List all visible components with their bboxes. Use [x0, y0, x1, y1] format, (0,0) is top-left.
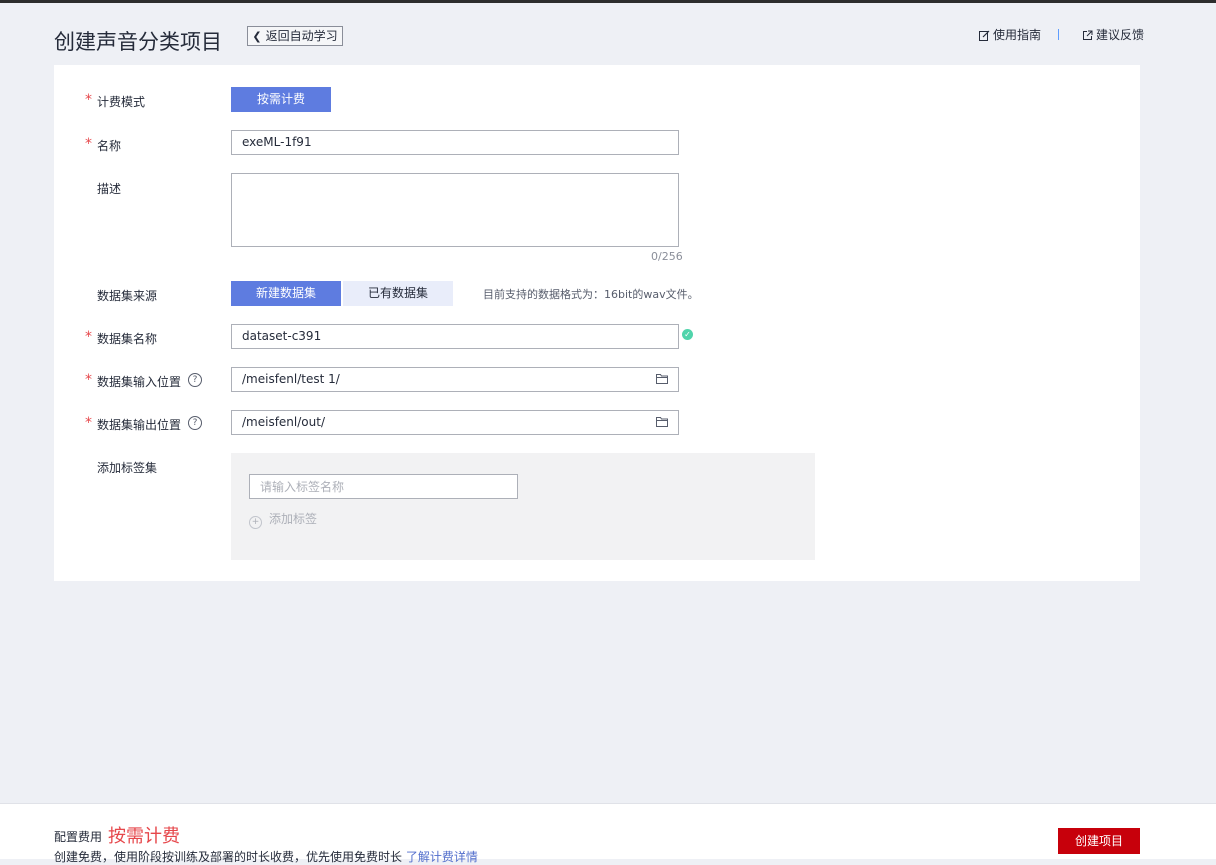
billing-on-demand-button[interactable]: 按需计费 — [231, 87, 331, 112]
top-bar — [0, 0, 1216, 3]
description-textarea[interactable] — [231, 173, 679, 247]
guide-link-label: 使用指南 — [993, 28, 1042, 42]
billing-details-link[interactable]: 了解计费详情 — [406, 850, 478, 864]
new-dataset-tab[interactable]: 新建数据集 — [231, 281, 341, 306]
back-button[interactable]: ❮ 返回自动学习 — [247, 26, 343, 46]
add-tag-label: 添加标签 — [269, 512, 318, 526]
help-icon[interactable]: ? — [188, 416, 202, 430]
add-tag-button[interactable]: + 添加标签 — [249, 510, 317, 529]
create-project-button[interactable]: 创建项目 — [1058, 828, 1140, 854]
fee-note-text: 创建免费，使用阶段按训练及部署的时长收费，优先使用免费时长 — [54, 850, 403, 864]
input-path-field[interactable]: /meisfenl/test 1/ — [231, 367, 679, 392]
tag-set-box — [231, 453, 815, 560]
billing-label: 计费模式 — [97, 95, 146, 109]
output-path-label: 数据集输出位置 — [97, 418, 182, 432]
back-button-label: 返回自动学习 — [265, 29, 338, 43]
tags-label: 添加标签集 — [97, 461, 158, 475]
input-path-label: 数据集输入位置 — [97, 375, 182, 389]
output-path-field[interactable]: /meisfenl/out/ — [231, 410, 679, 435]
dataset-name-label: 数据集名称 — [97, 332, 158, 346]
name-input[interactable]: exeML-1f91 — [231, 130, 679, 155]
required-mark: * — [85, 372, 92, 388]
fee-note: 创建免费，使用阶段按训练及部署的时长收费，优先使用免费时长 了解计费详情 — [54, 848, 478, 865]
fee-label: 配置费用 — [54, 830, 103, 844]
plus-icon: + — [249, 516, 262, 529]
feedback-link[interactable]: 建议反馈 — [1082, 26, 1144, 43]
page-title: 创建声音分类项目 — [54, 30, 222, 54]
check-icon: ✓ — [682, 329, 693, 340]
external-link-icon — [1083, 30, 1093, 40]
name-label: 名称 — [97, 139, 122, 153]
format-hint: 目前支持的数据格式为：16bit的wav文件。 — [483, 288, 699, 301]
help-icon[interactable]: ? — [188, 373, 202, 387]
folder-icon[interactable] — [656, 373, 668, 384]
feedback-link-label: 建议反馈 — [1096, 28, 1145, 42]
fee-value: 按需计费 — [108, 826, 180, 847]
folder-icon[interactable] — [656, 416, 668, 427]
dataset-source-label: 数据集来源 — [97, 289, 158, 303]
header-divider — [1058, 29, 1059, 40]
description-label: 描述 — [97, 182, 122, 196]
dataset-name-input[interactable]: dataset-c391 — [231, 324, 679, 349]
required-mark: * — [85, 329, 92, 345]
edit-icon — [979, 30, 990, 41]
required-mark: * — [85, 92, 92, 108]
required-mark: * — [85, 136, 92, 152]
required-mark: * — [85, 415, 92, 431]
description-counter: 0/256 — [651, 250, 683, 263]
tag-name-input[interactable] — [249, 474, 518, 499]
guide-link[interactable]: 使用指南 — [979, 26, 1041, 43]
existing-dataset-tab[interactable]: 已有数据集 — [343, 281, 453, 306]
chevron-left-icon: ❮ — [252, 30, 262, 43]
